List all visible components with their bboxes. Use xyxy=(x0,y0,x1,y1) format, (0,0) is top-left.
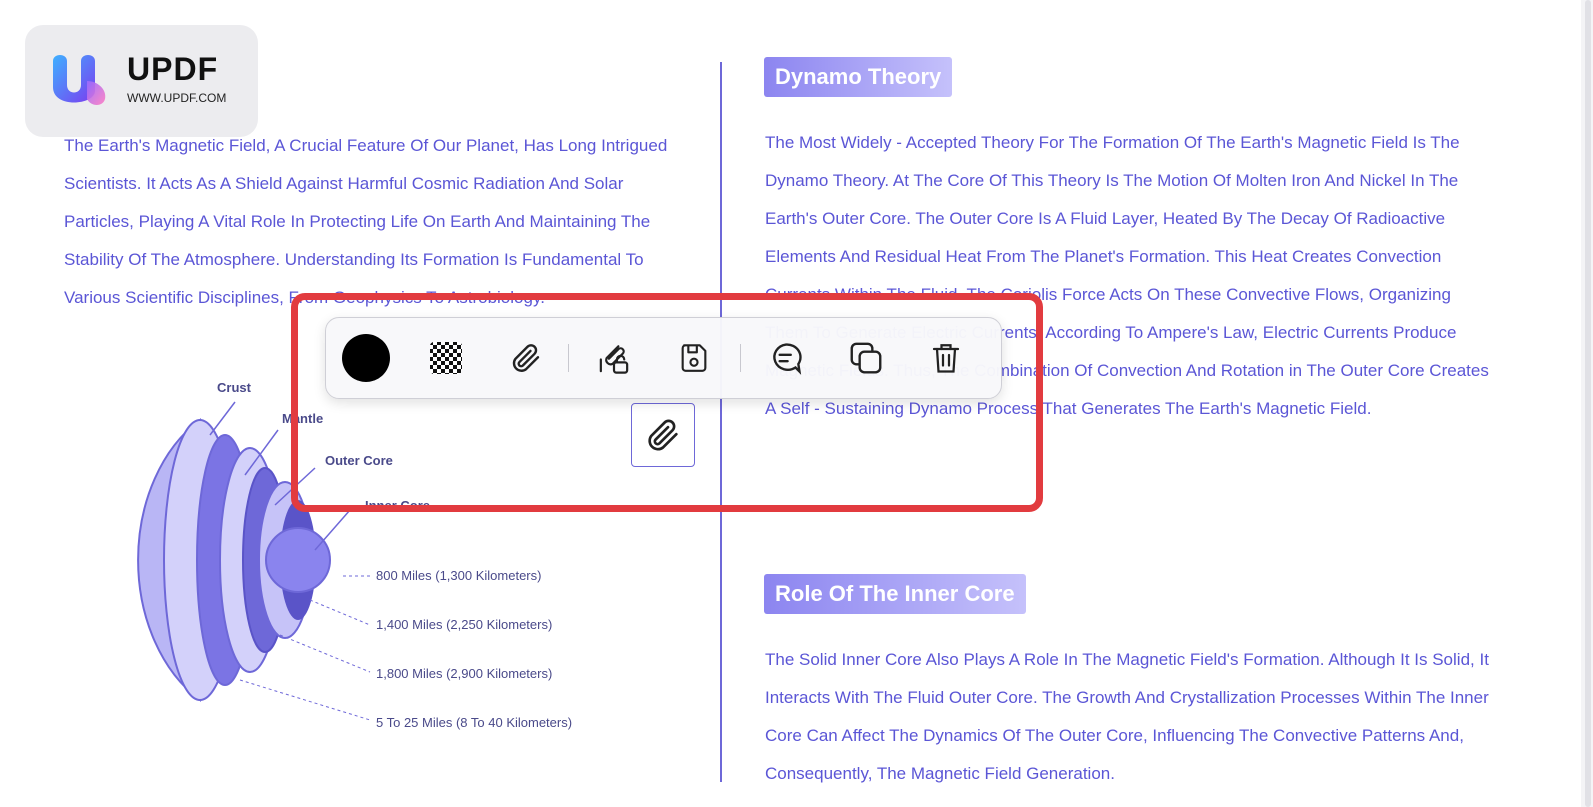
save-attachment-button[interactable] xyxy=(668,332,720,384)
toolbar-separator xyxy=(568,344,569,372)
opacity-button[interactable] xyxy=(420,332,472,384)
heading-dynamo-theory: Dynamo Theory xyxy=(764,57,953,97)
paperclip-icon xyxy=(648,419,678,451)
open-attachment-button[interactable] xyxy=(588,332,640,384)
distance-crust: 5 To 25 Miles (8 To 40 Kilometers) xyxy=(376,715,572,730)
logo-name: UPDF xyxy=(127,51,219,87)
heading-role-of-inner-core: Role Of The Inner Core xyxy=(764,574,1026,614)
attachment-open-icon xyxy=(599,345,629,374)
copy-icon xyxy=(850,342,882,374)
logo-url: WWW.UPDF.COM xyxy=(127,91,227,105)
color-swatch-button[interactable] xyxy=(340,332,392,384)
save-icon xyxy=(681,344,707,372)
paperclip-icon xyxy=(512,344,540,372)
updf-logo: UPDF WWW.UPDF.COM xyxy=(25,25,258,137)
scrollbar-thumb[interactable] xyxy=(1585,0,1591,807)
duplicate-button[interactable] xyxy=(840,332,892,384)
delete-button[interactable] xyxy=(920,332,972,384)
color-swatch xyxy=(342,334,390,382)
inner-core-paragraph: The Solid Inner Core Also Plays A Role I… xyxy=(765,650,1489,783)
toolbar-separator xyxy=(740,344,741,372)
opacity-icon xyxy=(430,342,462,374)
comment-icon xyxy=(773,343,802,375)
attachment-button[interactable] xyxy=(500,332,552,384)
attachment-toolbar xyxy=(325,317,1002,399)
comment-button[interactable] xyxy=(760,332,812,384)
distance-outer-core: 1,400 Miles (2,250 Kilometers) xyxy=(376,617,552,632)
label-crust: Crust xyxy=(217,380,252,395)
updf-logo-icon xyxy=(53,55,106,105)
intro-paragraph: The Earth's Magnetic Field, A Crucial Fe… xyxy=(64,136,668,307)
distance-mantle: 1,800 Miles (2,900 Kilometers) xyxy=(376,666,552,681)
trash-icon xyxy=(932,344,960,373)
attachment-annotation[interactable] xyxy=(631,403,695,467)
distance-inner-core: 800 Miles (1,300 Kilometers) xyxy=(376,568,541,583)
vertical-scrollbar[interactable] xyxy=(1581,0,1593,807)
